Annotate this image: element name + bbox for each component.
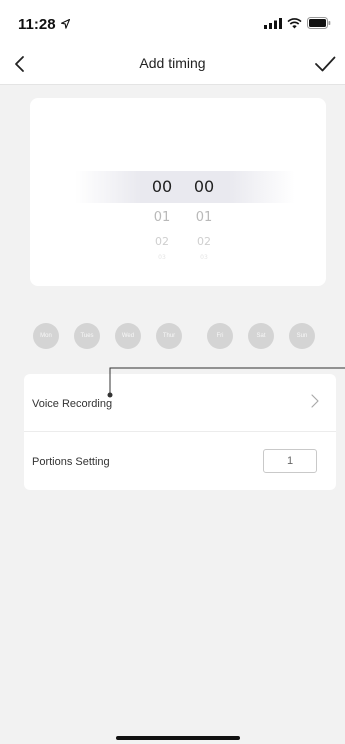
day-button-tues[interactable]: Tues xyxy=(74,323,100,349)
day-button-sat[interactable]: Sat xyxy=(248,323,274,349)
voice-recording-row[interactable]: Voice Recording xyxy=(24,374,336,432)
day-button-fri[interactable]: Fri xyxy=(207,323,233,349)
hour-option[interactable]: 01 xyxy=(147,210,177,225)
confirm-button[interactable] xyxy=(313,53,337,75)
signal-bars-icon xyxy=(264,17,282,29)
day-button-wed[interactable]: Wed xyxy=(115,323,141,349)
minute-option[interactable]: 03 xyxy=(189,254,219,260)
voice-recording-label: Voice Recording xyxy=(32,398,113,410)
time-picker-card: 00 01 02 03 00 01 02 03 xyxy=(30,98,326,286)
status-time: 11:28 xyxy=(18,16,56,33)
settings-card: Voice Recording Portions Setting xyxy=(24,374,336,490)
picker-selection-band xyxy=(75,171,295,203)
day-button-thur[interactable]: Thur xyxy=(156,323,182,349)
hour-option[interactable]: 02 xyxy=(147,235,177,248)
page-title: Add timing xyxy=(139,55,206,71)
portions-setting-row: Portions Setting xyxy=(24,432,336,489)
hour-option-selected[interactable]: 00 xyxy=(147,177,177,196)
portions-setting-label: Portions Setting xyxy=(32,456,110,468)
status-icons xyxy=(264,17,331,29)
repeat-days: Mon Tues Wed Thur Fri Sat Sun xyxy=(33,323,323,349)
location-arrow-icon xyxy=(61,19,70,29)
status-bar: 11:28 xyxy=(0,0,345,44)
hour-wheel[interactable]: 00 01 02 03 xyxy=(147,98,177,286)
battery-icon xyxy=(307,17,331,29)
chevron-right-icon xyxy=(311,394,319,408)
minute-option-selected[interactable]: 00 xyxy=(189,177,219,196)
minute-option[interactable]: 01 xyxy=(189,210,219,225)
minute-wheel[interactable]: 00 01 02 03 xyxy=(189,98,219,286)
day-button-mon[interactable]: Mon xyxy=(33,323,59,349)
wifi-icon xyxy=(287,17,302,28)
nav-bar: Add timing xyxy=(0,44,345,85)
minute-option[interactable]: 02 xyxy=(189,235,219,248)
portions-input[interactable] xyxy=(263,449,317,473)
home-indicator xyxy=(116,736,240,740)
day-button-sun[interactable]: Sun xyxy=(289,323,315,349)
hour-option[interactable]: 03 xyxy=(147,254,177,260)
